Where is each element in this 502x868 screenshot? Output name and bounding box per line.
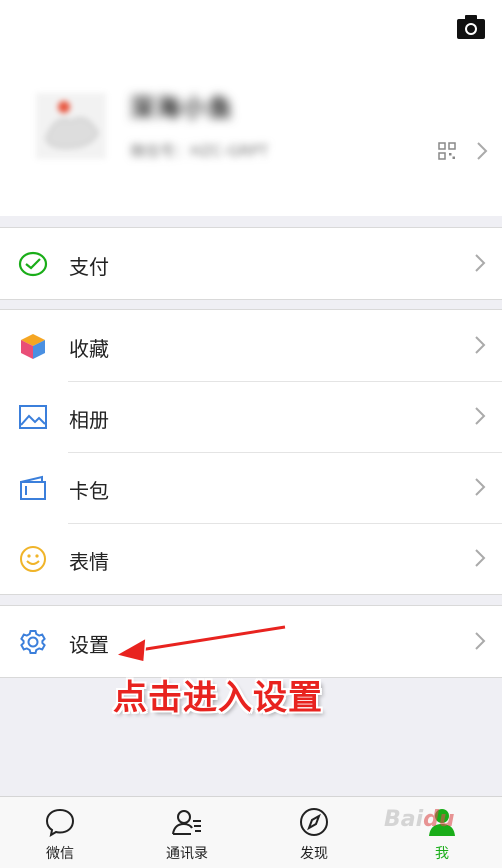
- menu-item-stickers[interactable]: 表情: [0, 523, 502, 594]
- annotation-text: 点击进入设置: [113, 678, 323, 718]
- tab-chats[interactable]: 微信: [10, 797, 110, 868]
- profile-header[interactable]: 深海小鱼 微信号：HZC-GRPT: [0, 0, 502, 216]
- menu-item-label: 卡包: [69, 479, 109, 503]
- image-icon: [19, 405, 47, 429]
- nickname: 深海小鱼: [130, 94, 234, 122]
- wechat-id: 微信号：HZC-GRPT: [130, 142, 269, 160]
- compass-icon: [300, 808, 328, 836]
- tab-label: 我: [435, 846, 449, 862]
- smiley-icon: [20, 546, 46, 572]
- menu-item-pay[interactable]: 支付: [0, 228, 502, 299]
- chevron-right-icon: [474, 631, 486, 651]
- menu-item-label: 收藏: [69, 337, 109, 361]
- tab-discover[interactable]: 发现: [264, 797, 364, 868]
- avatar[interactable]: [36, 93, 106, 159]
- menu-item-settings[interactable]: 设置: [0, 606, 502, 677]
- camera-icon[interactable]: [456, 14, 486, 40]
- chevron-right-icon: [474, 335, 486, 355]
- menu-section-pay: 支付: [0, 227, 502, 300]
- chevron-right-icon: [474, 253, 486, 273]
- qr-code-icon[interactable]: [438, 142, 456, 160]
- contacts-icon: [172, 810, 201, 835]
- gear-icon: [20, 630, 46, 654]
- menu-item-label: 支付: [69, 255, 109, 279]
- tab-label: 发现: [300, 846, 328, 862]
- menu-item-label: 表情: [69, 550, 109, 574]
- tab-label: 微信: [46, 846, 74, 862]
- card-wallet-icon: [20, 475, 46, 500]
- chevron-right-icon: [474, 548, 486, 568]
- tab-label: 通讯录: [166, 846, 208, 862]
- menu-item-label: 设置: [69, 633, 109, 657]
- chevron-right-icon: [474, 477, 486, 497]
- cube-icon: [21, 334, 45, 359]
- menu-item-album[interactable]: 相册: [0, 381, 502, 452]
- menu-section-content: 收藏 相册 卡包 表情: [0, 309, 502, 595]
- baidu-watermark: Baidu: [384, 807, 455, 832]
- menu-item-label: 相册: [69, 408, 109, 432]
- menu-item-favorites[interactable]: 收藏: [0, 310, 502, 381]
- chat-bubble-icon: [45, 808, 75, 837]
- wechat-pay-icon: [18, 251, 48, 277]
- menu-item-card-wallet[interactable]: 卡包: [0, 452, 502, 523]
- bottom-tab-bar: 微信 通讯录 发现 我 Baidu: [0, 796, 502, 868]
- tab-contacts[interactable]: 通讯录: [137, 797, 237, 868]
- chevron-right-icon: [474, 406, 486, 426]
- menu-section-settings: 设置: [0, 605, 502, 678]
- chevron-right-icon: [476, 141, 488, 161]
